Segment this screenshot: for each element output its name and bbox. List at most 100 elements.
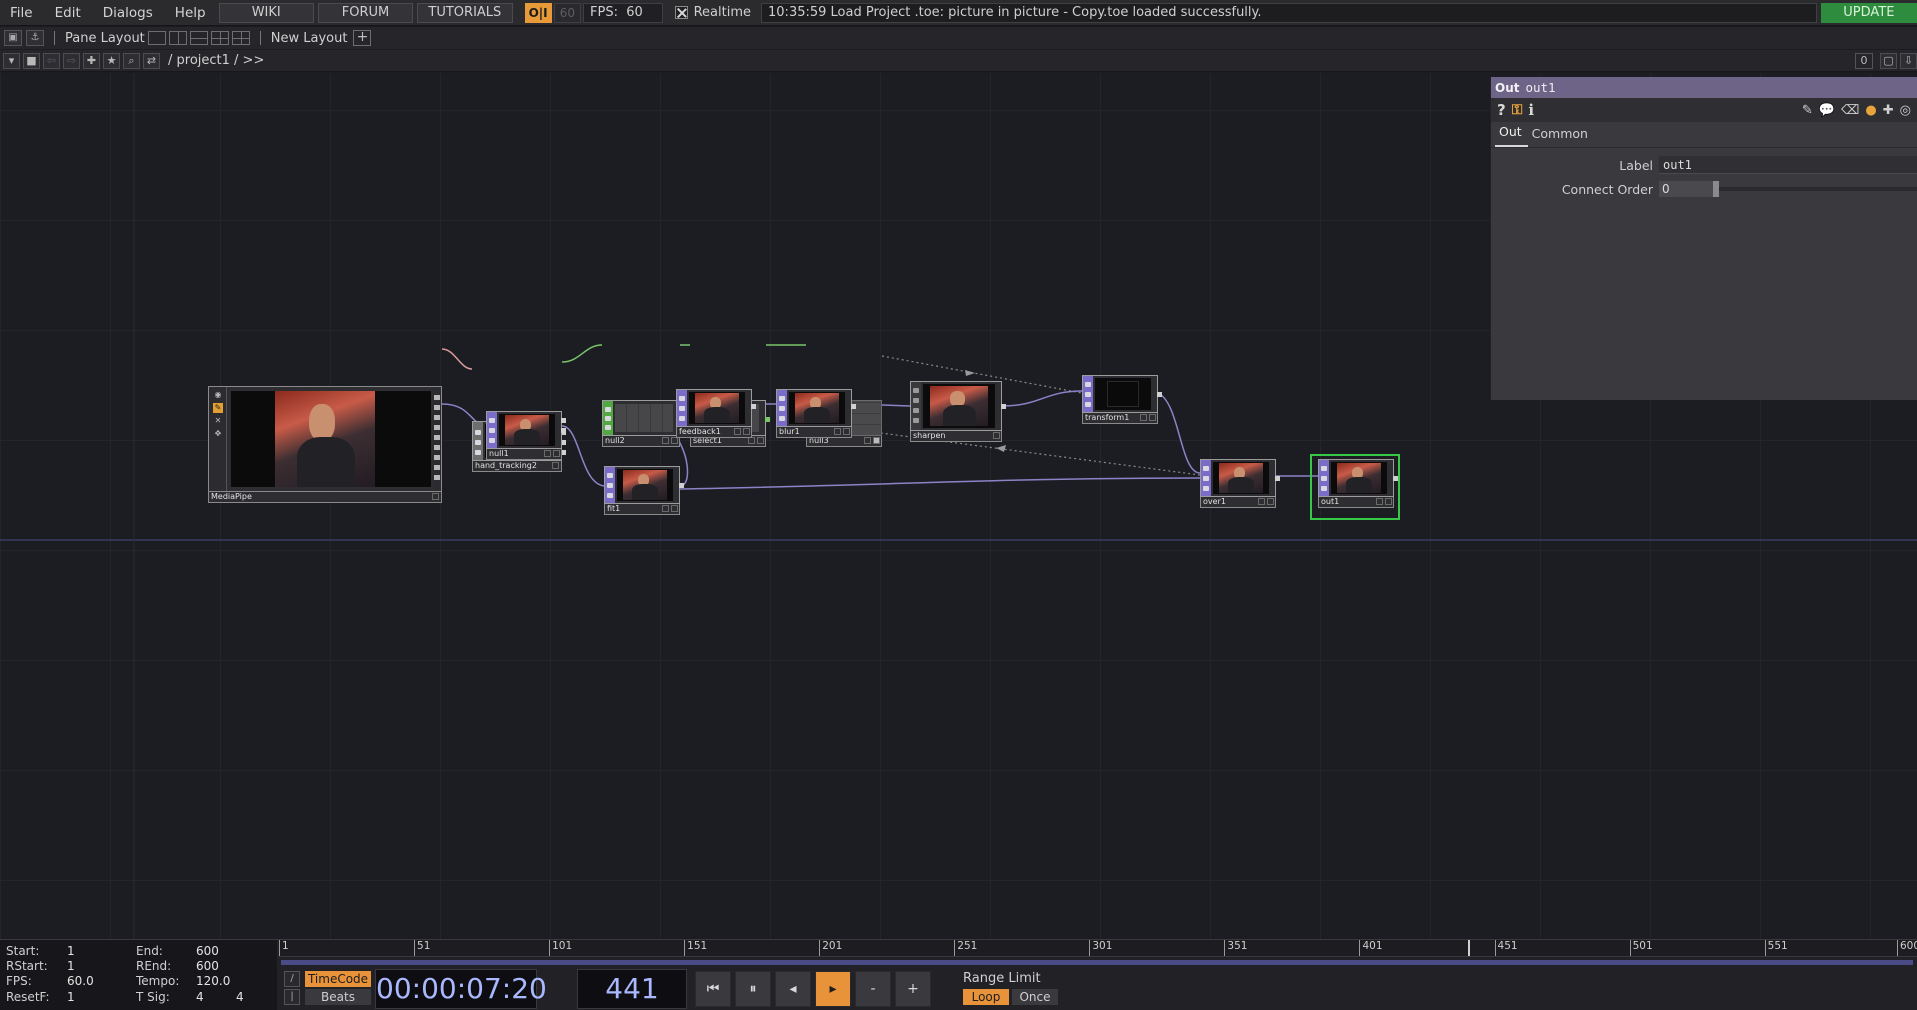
slider-knob[interactable] (1713, 181, 1719, 197)
node-flag-icon[interactable] (662, 437, 669, 444)
tsig-value-beats[interactable]: 4 (196, 990, 204, 1004)
layout-three-pane-icon[interactable] (210, 31, 229, 45)
target-icon[interactable]: ◎ (1900, 103, 1911, 118)
input-connector[interactable] (607, 493, 613, 498)
output-connector[interactable] (1393, 476, 1398, 481)
node-over1[interactable]: over1 (1200, 459, 1280, 508)
input-connector[interactable] (605, 416, 611, 421)
node-flag-icon[interactable] (1140, 414, 1147, 421)
resetf-value[interactable]: 1 (67, 990, 75, 1004)
node-flag-icon[interactable] (552, 462, 559, 469)
node-null2-body[interactable] (602, 400, 684, 436)
node-over1-body[interactable] (1200, 459, 1280, 497)
input-connector[interactable] (489, 418, 495, 423)
node-mediapipe[interactable]: ◉ ✎ ✕ ✥ MediaPipe (208, 386, 442, 504)
input-connector[interactable] (1085, 402, 1091, 407)
start-value[interactable]: 1 (67, 944, 75, 958)
input-connector[interactable] (489, 428, 495, 433)
maximize-pane-icon[interactable]: ▢ (1880, 52, 1897, 69)
param-connect-order-field[interactable]: 0 (1659, 181, 1715, 197)
output-connector[interactable] (679, 483, 684, 488)
input-connector[interactable] (1203, 476, 1209, 481)
menu-help[interactable]: Help (164, 0, 217, 26)
info-icon[interactable]: i (1528, 101, 1534, 119)
node-sharpen-body[interactable] (910, 381, 1006, 431)
node-flag-icon[interactable] (843, 428, 850, 435)
timeline-scrub-bar[interactable] (279, 957, 1917, 967)
input-connector[interactable] (679, 406, 685, 411)
input-connector[interactable] (779, 416, 785, 421)
close-icon[interactable]: ✕ (213, 416, 223, 426)
node-feedback1[interactable]: feedback1 (676, 389, 756, 438)
step-forward-frame-button[interactable]: + (895, 971, 931, 1007)
node-flag-icon[interactable] (671, 437, 678, 444)
input-connector[interactable] (1085, 382, 1091, 387)
node-flag-icon[interactable] (1149, 414, 1156, 421)
node-flag-icon[interactable] (873, 437, 880, 444)
input-connector[interactable] (1203, 486, 1209, 491)
fps-value[interactable]: 60.0 (67, 974, 94, 988)
rstart-value[interactable]: 1 (67, 959, 75, 973)
node-flag-icon[interactable] (1385, 498, 1392, 505)
layout-split-horizontal-icon[interactable] (189, 31, 208, 45)
node-flag-icon[interactable] (757, 437, 764, 444)
performance-monitor-button[interactable]: O|I (524, 2, 552, 23)
input-connector[interactable] (913, 398, 919, 403)
node-sharpen[interactable]: sharpen (910, 381, 1006, 442)
node-flag-icon[interactable] (1376, 498, 1383, 505)
output-connector[interactable] (434, 475, 440, 480)
node-flag-icon[interactable] (544, 450, 551, 457)
output-connector[interactable] (434, 445, 440, 450)
input-connector[interactable] (1085, 392, 1091, 397)
pane-type-dropdown-icon[interactable]: ▾ (3, 52, 20, 69)
step-backward-frame-button[interactable]: - (855, 971, 891, 1007)
tempo-value[interactable]: 120.0 (196, 974, 230, 988)
tsig-value-unit[interactable]: 4 (236, 990, 244, 1004)
edit-pencil-icon[interactable]: ✎ (1802, 103, 1813, 118)
node-out1[interactable]: out1 (1318, 459, 1398, 508)
output-connector[interactable] (434, 435, 440, 440)
input-connector[interactable] (605, 407, 611, 412)
param-label-field[interactable]: out1 (1659, 156, 1917, 174)
home-icon[interactable]: ✚ (83, 52, 100, 69)
param-connect-order-slider[interactable] (1713, 181, 1917, 197)
split-pane-icon[interactable]: ⇩ (1900, 52, 1917, 69)
tab-out[interactable]: Out (1495, 124, 1528, 147)
input-connector[interactable] (1321, 476, 1327, 481)
input-connector[interactable] (607, 483, 613, 488)
stop-icon[interactable]: ■ (23, 52, 40, 69)
rend-value[interactable]: 600 (196, 959, 219, 973)
input-connector[interactable] (679, 396, 685, 401)
output-connector[interactable] (434, 415, 440, 420)
input-connector[interactable] (913, 388, 919, 393)
output-connector[interactable] (751, 404, 756, 409)
timecode-button[interactable]: TimeCode (305, 971, 371, 987)
output-connector[interactable] (1001, 404, 1006, 409)
input-connector[interactable] (475, 430, 481, 435)
menu-edit[interactable]: Edit (44, 0, 92, 26)
timeline-range-bar[interactable] (281, 960, 1913, 965)
forward-arrow-icon[interactable]: ⇨ (63, 52, 80, 69)
input-connector[interactable] (607, 473, 613, 478)
output-connector[interactable] (765, 417, 770, 422)
add-icon[interactable]: ✚ (1883, 103, 1894, 118)
menu-file[interactable]: File (0, 0, 44, 26)
node-flag-icon[interactable] (1267, 498, 1274, 505)
update-button[interactable]: UPDATE (1820, 2, 1917, 23)
node-flag-icon[interactable] (864, 437, 871, 444)
pin-icon[interactable]: ✥ (213, 429, 223, 439)
input-connector[interactable] (779, 406, 785, 411)
pause-button[interactable]: ⏸ (735, 971, 771, 1007)
comment-icon[interactable]: 💬 (1819, 103, 1835, 118)
pane-menu-icon[interactable]: ▣ (4, 30, 22, 46)
node-flag-icon[interactable] (662, 505, 669, 512)
node-transform1[interactable]: transform1 (1082, 375, 1162, 424)
help-icon[interactable]: ? (1497, 101, 1506, 119)
realtime-checkbox[interactable] (674, 6, 688, 19)
node-blur1-body[interactable] (776, 389, 856, 427)
input-connector[interactable] (1321, 486, 1327, 491)
output-connector[interactable] (561, 418, 566, 423)
input-connector[interactable] (1203, 466, 1209, 471)
python-help-icon[interactable]: ⚿ (1512, 102, 1523, 118)
node-null1[interactable]: null1 (486, 411, 566, 460)
